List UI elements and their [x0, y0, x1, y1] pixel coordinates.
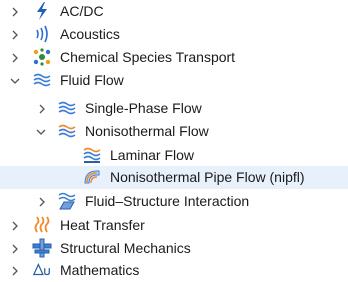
- fluid-flow-icon: [32, 70, 52, 90]
- tree-item-nonisothermal-pipe-flow[interactable]: Nonisothermal Pipe Flow (nipfl): [0, 166, 348, 189]
- tree-item-chemical-species-transport[interactable]: Chemical Species Transport: [0, 46, 348, 69]
- mathematics-icon: [32, 260, 52, 280]
- tree-item-acdc[interactable]: AC/DC: [0, 0, 348, 23]
- model-wizard-physics-tree: AC/DC Acoustics Chemical Species Transpo…: [0, 0, 348, 279]
- acoustics-waves-icon: [32, 24, 52, 44]
- fluid-structure-interaction-icon: [57, 191, 77, 211]
- chevron-down-icon[interactable]: [35, 120, 47, 143]
- heat-transfer-icon: [32, 215, 52, 235]
- acdc-lightning-icon: [32, 1, 52, 21]
- tree-item-structural-mechanics[interactable]: Structural Mechanics: [0, 237, 348, 260]
- chevron-right-icon[interactable]: [36, 97, 48, 120]
- structural-mechanics-icon: [32, 238, 52, 258]
- tree-item-fluid-flow[interactable]: Fluid Flow: [0, 69, 348, 92]
- single-phase-flow-icon: [57, 98, 77, 118]
- tree-item-fluid-structure-interaction[interactable]: Fluid–Structure Interaction: [0, 190, 348, 213]
- tree-item-label: Nonisothermal Pipe Flow (nipfl): [110, 169, 305, 185]
- tree-item-label: Acoustics: [60, 26, 120, 42]
- tree-item-nonisothermal-flow[interactable]: Nonisothermal Flow: [0, 120, 348, 143]
- tree-item-label: Laminar Flow: [110, 147, 195, 163]
- chevron-right-icon[interactable]: [36, 190, 48, 213]
- tree-item-label: Structural Mechanics: [60, 240, 191, 256]
- chevron-right-icon[interactable]: [9, 237, 21, 260]
- chevron-right-icon[interactable]: [9, 0, 21, 23]
- chevron-right-icon[interactable]: [9, 214, 21, 237]
- nonisothermal-flow-icon: [57, 121, 77, 141]
- laminar-flow-icon: [82, 145, 102, 165]
- tree-item-acoustics[interactable]: Acoustics: [0, 23, 348, 46]
- tree-item-label: AC/DC: [60, 3, 104, 19]
- tree-item-laminar-flow[interactable]: Laminar Flow: [0, 144, 348, 167]
- tree-item-label: Chemical Species Transport: [60, 49, 236, 65]
- nonisothermal-pipe-flow-icon: [82, 167, 102, 187]
- tree-item-label: Fluid–Structure Interaction: [85, 193, 250, 209]
- tree-item-label: Heat Transfer: [60, 217, 145, 233]
- chevron-right-icon[interactable]: [9, 46, 21, 69]
- tree-item-label: Single-Phase Flow: [85, 100, 202, 116]
- tree-item-single-phase-flow[interactable]: Single-Phase Flow: [0, 97, 348, 120]
- chevron-right-icon[interactable]: [9, 23, 21, 46]
- chemical-species-transport-icon: [32, 47, 52, 67]
- tree-item-label: Fluid Flow: [60, 72, 124, 88]
- tree-item-heat-transfer[interactable]: Heat Transfer: [0, 214, 348, 237]
- tree-item-label: Nonisothermal Flow: [85, 123, 209, 139]
- chevron-down-icon[interactable]: [9, 69, 21, 92]
